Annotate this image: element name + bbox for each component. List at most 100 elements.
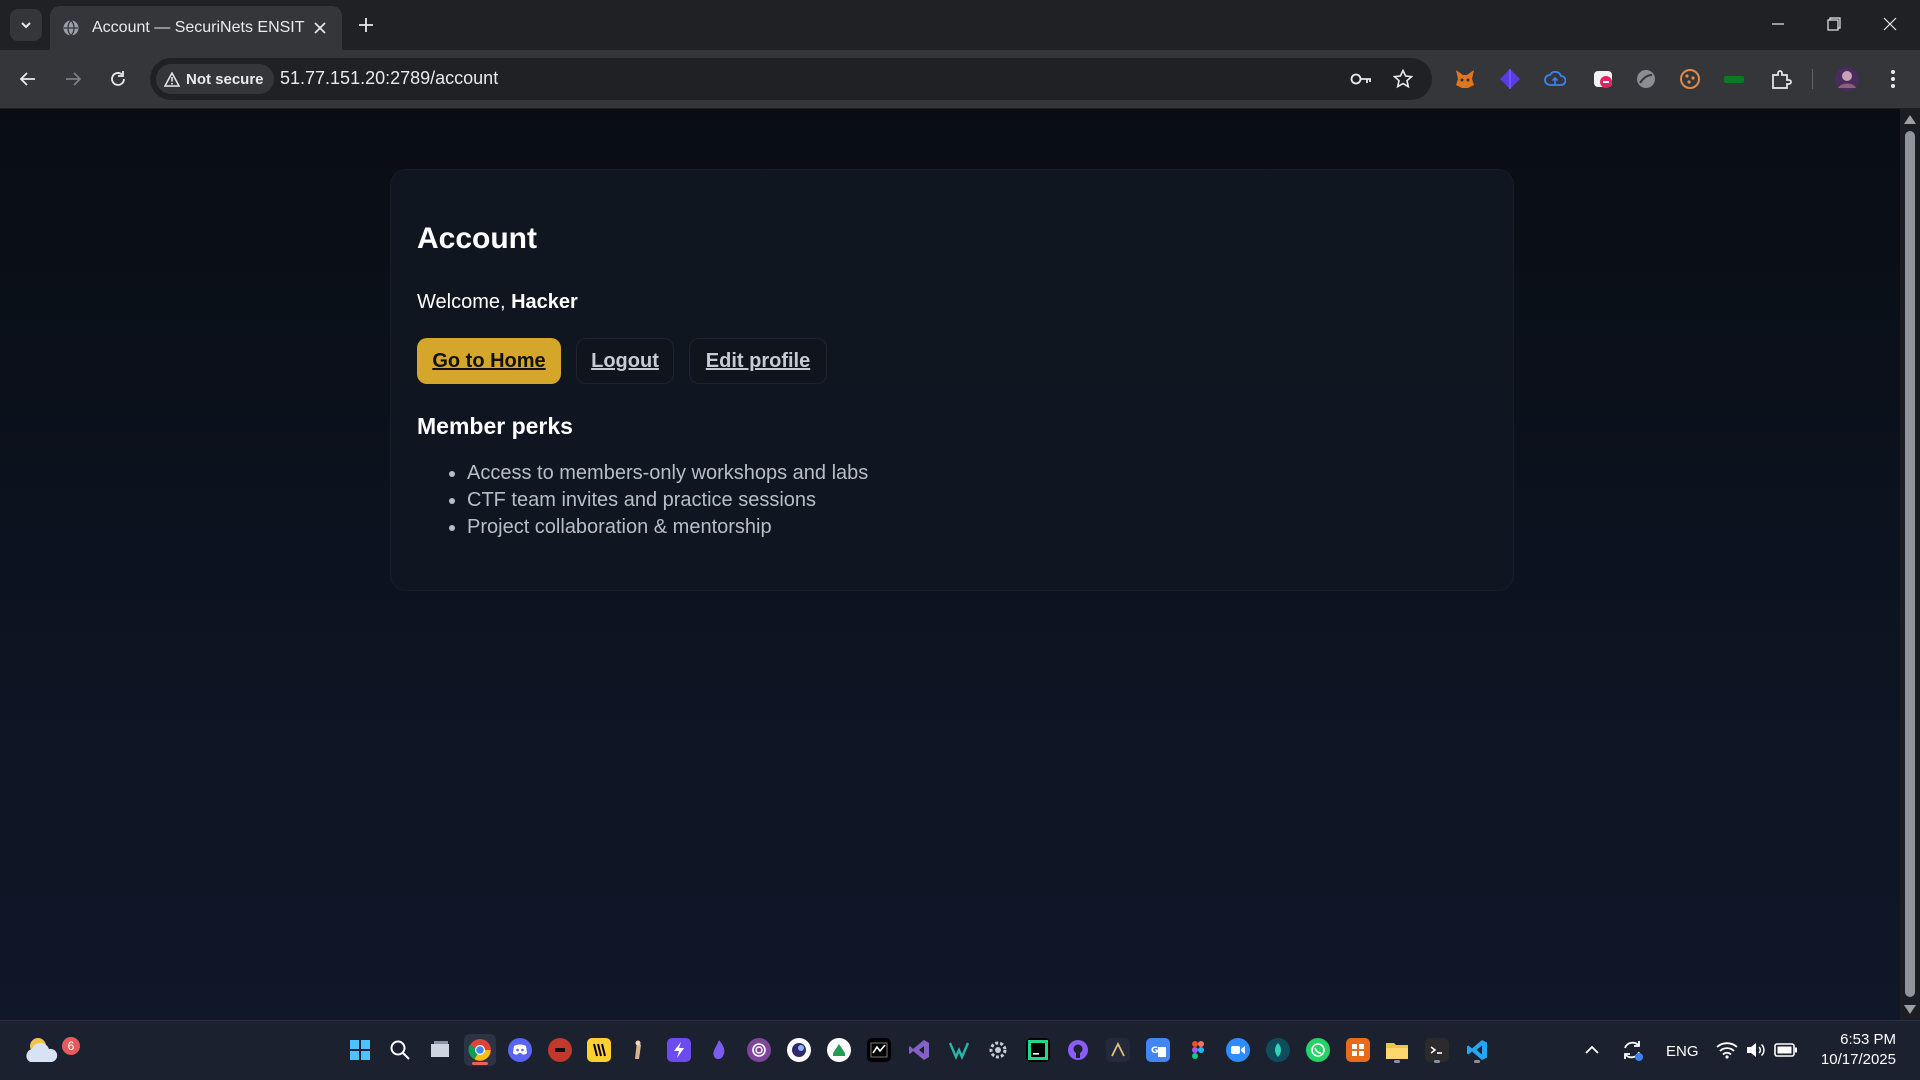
tab-search-button[interactable] (10, 9, 42, 41)
minimize-button[interactable] (1758, 8, 1798, 40)
edit-profile-button[interactable]: Edit profile (689, 338, 827, 384)
taskbar-app-terminal-app[interactable] (863, 1034, 895, 1066)
restore-icon (1827, 17, 1841, 31)
reload-button[interactable] (104, 65, 132, 93)
warning-icon (164, 71, 180, 87)
volume-status[interactable] (1740, 1034, 1772, 1066)
address-bar[interactable]: Not secure 51.77.151.20:2789/account (150, 58, 1432, 100)
list-item: Access to members-only workshops and lab… (467, 460, 868, 487)
bookmark-button[interactable] (1392, 68, 1414, 90)
running-indicator (1434, 1060, 1441, 1063)
logout-button[interactable]: Logout (576, 338, 674, 384)
figma-icon (1186, 1038, 1210, 1062)
scrollbar[interactable] (1900, 109, 1920, 1020)
taskbar-app-app-green[interactable] (823, 1034, 855, 1066)
taskbar-app-app-dark[interactable] (1102, 1034, 1134, 1066)
scroll-up-arrow-icon[interactable] (1904, 115, 1916, 124)
taskbar-app-discord[interactable] (504, 1034, 536, 1066)
language-indicator[interactable]: ENG (1666, 1043, 1699, 1060)
taskbar-app-tor[interactable] (743, 1034, 775, 1066)
scroll-down-arrow-icon[interactable] (1904, 1005, 1916, 1014)
new-tab-button[interactable] (352, 11, 380, 39)
visual-studio-icon (907, 1038, 931, 1062)
taskbar-app-pycharm[interactable] (1022, 1034, 1054, 1066)
browser-menu-button[interactable] (1879, 65, 1907, 93)
taskbar-app-app-figure[interactable] (623, 1034, 655, 1066)
metamask-extension[interactable] (1451, 65, 1479, 93)
sync-status-button[interactable] (1616, 1034, 1648, 1066)
taskbar-app-task-view[interactable] (424, 1034, 456, 1066)
taskbar-app-zoom[interactable] (1222, 1034, 1254, 1066)
wifi-icon (1716, 1042, 1738, 1059)
restore-button[interactable] (1814, 8, 1854, 40)
go-home-button[interactable]: Go to Home (417, 338, 561, 384)
taskbar-app-visual-studio[interactable] (903, 1034, 935, 1066)
taskbar-app-app-dark-circle[interactable] (783, 1034, 815, 1066)
close-window-button[interactable] (1870, 8, 1910, 40)
tab-strip: Account — SecuriNets ENSIT (0, 0, 1920, 50)
taskbar-app-app-red[interactable] (544, 1034, 576, 1066)
app-teal-icon (1265, 1038, 1290, 1062)
battery-status[interactable] (1770, 1034, 1802, 1066)
taskbar-app-figma[interactable] (1182, 1034, 1214, 1066)
back-button[interactable] (14, 65, 42, 93)
taskbar-app-vscode[interactable] (1461, 1034, 1493, 1066)
office-icon (1345, 1038, 1370, 1062)
file-explorer-icon (1385, 1038, 1409, 1062)
taskbar-app-github[interactable] (1062, 1034, 1094, 1066)
weather-widget[interactable]: 6 (22, 1029, 80, 1069)
taskbar-app-miro[interactable] (583, 1034, 615, 1066)
list-item: CTF team invites and practice sessions (467, 487, 868, 514)
clock[interactable]: 6:53 PM 10/17/2025 (1808, 1027, 1908, 1073)
app-green-icon (826, 1038, 851, 1062)
show-hidden-icons-button[interactable] (1576, 1034, 1608, 1066)
puzzle-icon (1772, 70, 1792, 89)
taskbar-app-chrome[interactable] (463, 1034, 496, 1066)
vscode-icon (1465, 1038, 1489, 1062)
password-key-button[interactable] (1350, 68, 1372, 90)
vs-alt-icon (947, 1038, 971, 1062)
extension-purple[interactable] (1496, 65, 1524, 93)
pycharm-icon (1026, 1038, 1051, 1062)
extension-grey-circle[interactable] (1632, 65, 1660, 93)
star-icon (1393, 69, 1413, 89)
taskbar-app-whatsapp[interactable] (1302, 1034, 1334, 1066)
more-vertical-icon (1891, 70, 1895, 88)
taskbar-app-app-purple-flame[interactable] (703, 1034, 735, 1066)
extension-adblock[interactable] (1589, 65, 1617, 93)
clock-date: 10/17/2025 (1820, 1051, 1896, 1068)
taskbar-app-obsidian-bolt[interactable] (663, 1034, 695, 1066)
github-icon (1066, 1038, 1090, 1062)
extension-cloud[interactable] (1541, 65, 1569, 93)
taskbar-app-office[interactable] (1342, 1034, 1374, 1066)
extension-green[interactable] (1720, 65, 1748, 93)
taskbar-app-windows-terminal[interactable] (1421, 1034, 1453, 1066)
browser-tab[interactable]: Account — SecuriNets ENSIT (50, 6, 342, 50)
clock-time: 6:53 PM (1840, 1031, 1896, 1048)
perks-heading: Member perks (417, 413, 573, 439)
profile-avatar[interactable] (1833, 65, 1861, 93)
extensions-menu-button[interactable] (1767, 65, 1795, 93)
taskbar-app-translate[interactable]: G (1142, 1034, 1174, 1066)
taskbar-app-search[interactable] (384, 1034, 416, 1066)
security-chip[interactable]: Not secure (156, 64, 274, 94)
start-icon (348, 1038, 372, 1062)
extension-cookie[interactable] (1676, 65, 1704, 93)
green-badge-icon (1724, 76, 1744, 83)
taskbar-app-app-teal[interactable] (1262, 1034, 1294, 1066)
windows-terminal-icon (1425, 1038, 1450, 1062)
key-icon (1350, 73, 1371, 85)
url-text[interactable]: 51.77.151.20:2789/account (280, 68, 498, 89)
taskbar-app-file-explorer[interactable] (1381, 1034, 1413, 1066)
minimize-icon (1772, 23, 1784, 25)
tab-close-button[interactable] (308, 16, 332, 40)
scroll-thumb[interactable] (1905, 131, 1915, 997)
taskbar: 6 G ENG 6:53 PM 10/17/2025 (0, 1020, 1920, 1080)
forward-button[interactable] (59, 65, 87, 93)
taskbar-app-start[interactable] (344, 1034, 376, 1066)
arrow-right-icon (66, 72, 82, 86)
wifi-status[interactable] (1711, 1034, 1743, 1066)
globe-icon (63, 20, 79, 36)
taskbar-app-vs-alt[interactable] (943, 1034, 975, 1066)
taskbar-app-settings-app[interactable] (982, 1034, 1014, 1066)
